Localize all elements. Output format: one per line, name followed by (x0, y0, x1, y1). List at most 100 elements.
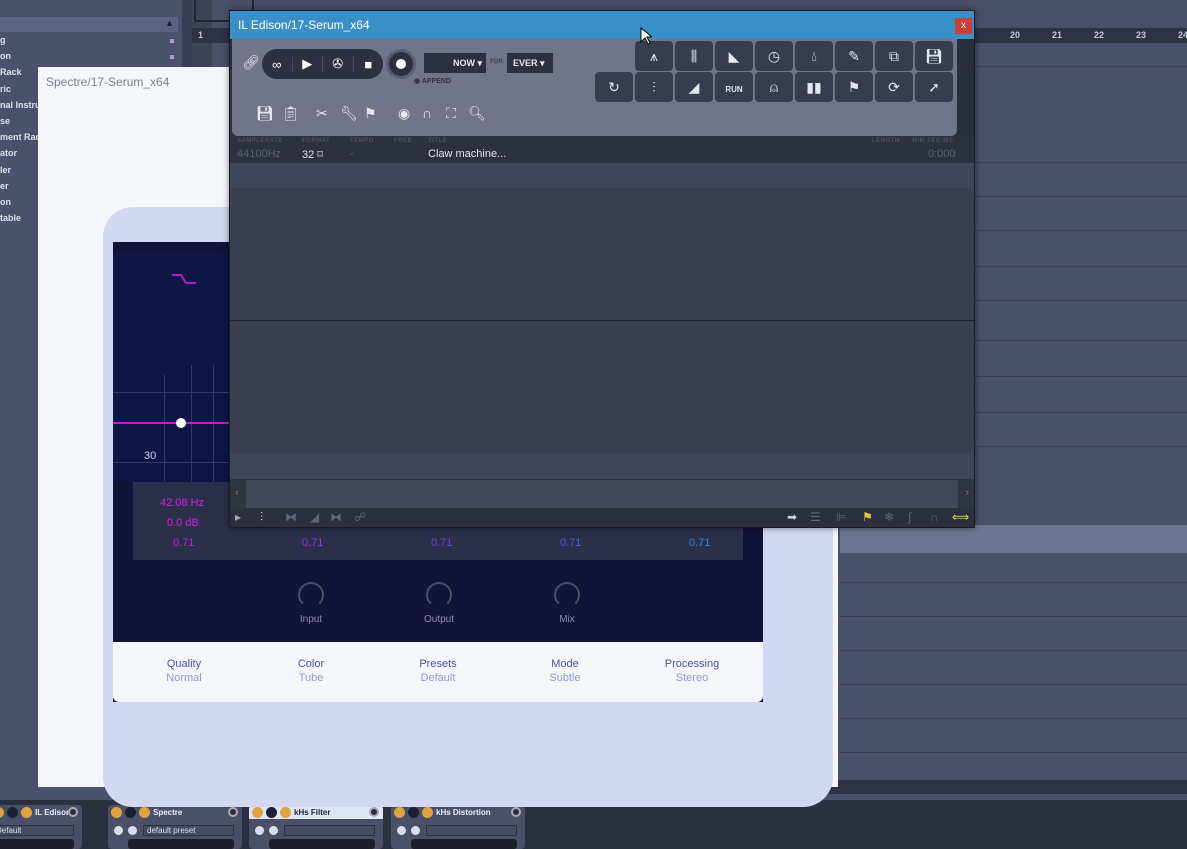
trim-icon[interactable]: ⧓ (285, 510, 297, 524)
scroll-right-icon[interactable]: › (965, 487, 969, 499)
band-q-value[interactable]: 0.71 (560, 537, 581, 549)
record-duration-dropdown[interactable]: EVER ▾ (507, 53, 553, 73)
device-khs-distortion[interactable]: kHs Distortion (391, 805, 525, 849)
link-icon[interactable]: 🔗︎ (242, 54, 260, 71)
option-color[interactable]: Color Tube (261, 658, 361, 684)
band-q-value[interactable]: 0.71 (302, 537, 323, 549)
knob-mix[interactable] (554, 582, 580, 608)
stretch-icon[interactable]: ⟺ (952, 510, 969, 524)
preset-field[interactable]: default preset (143, 825, 234, 836)
record-start-dropdown[interactable]: NOW ▾ (424, 53, 486, 73)
option-presets[interactable]: Presets Default (388, 658, 488, 684)
band-q-value[interactable]: 0.71 (173, 537, 194, 549)
grid-icon[interactable]: ⊫ (836, 510, 846, 524)
arrow-right-icon[interactable]: ➡ (787, 510, 797, 524)
waveform-icon[interactable]: ⫶ (260, 510, 263, 525)
tool-fade-in-button[interactable]: ◢ (675, 72, 713, 102)
tool-run-button[interactable]: RUN (715, 72, 753, 102)
preset-field[interactable] (426, 825, 517, 836)
preset-field[interactable]: Default (0, 825, 74, 836)
snap-icon[interactable]: ∩ (422, 105, 432, 121)
curve-icon[interactable]: ∫ (908, 510, 911, 524)
tool-rocket-button[interactable]: ⍝ (755, 72, 793, 102)
tool-clock-button[interactable]: ◷ (755, 41, 793, 71)
envelope-icon[interactable]: ☍ (354, 510, 366, 524)
device-fold-toggle[interactable] (408, 806, 419, 818)
tool-add-marker-button[interactable]: ⚑ (835, 72, 873, 102)
device-power-toggle[interactable] (252, 806, 263, 818)
browser-header[interactable]: ▲ (0, 17, 178, 32)
tool-normalize-button[interactable]: ⫼ (675, 41, 713, 71)
eq-band-handle[interactable] (176, 418, 186, 428)
browser-item[interactable]: ator (0, 148, 17, 158)
tool-drop-button[interactable]: 💧︎ (795, 41, 833, 71)
device-header[interactable]: Spectre (108, 805, 242, 819)
device-options-icon[interactable] (511, 807, 521, 817)
device-options-icon[interactable] (369, 807, 379, 817)
preset-save-icon[interactable] (128, 826, 137, 835)
browser-item[interactable]: table (0, 213, 21, 223)
preset-save-icon[interactable] (269, 826, 278, 835)
tool-equalizer-button[interactable]: ▮▮ (795, 72, 833, 102)
browser-item[interactable]: ler (0, 165, 11, 175)
option-processing[interactable]: Processing Stereo (642, 658, 742, 684)
browser-item[interactable]: er (0, 181, 9, 191)
stop-button[interactable]: ■ (354, 57, 384, 72)
save-icon[interactable]: 💾︎ (256, 105, 274, 122)
record-button[interactable] (386, 49, 416, 79)
device-settings-icon[interactable] (21, 806, 32, 818)
device-il-edison[interactable]: IL Edison Default (0, 805, 82, 849)
marker-icon[interactable]: ⚑ (364, 105, 377, 122)
tool-save-export-button[interactable]: 💾︎ (915, 41, 953, 71)
scroll-thumb[interactable] (246, 480, 958, 508)
tool-feather-button[interactable]: ✎ (835, 41, 873, 71)
preset-folder-icon[interactable] (255, 826, 264, 835)
paste-icon[interactable]: 📋︎ (282, 105, 300, 122)
option-quality[interactable]: Quality Normal (134, 658, 234, 684)
device-fold-toggle[interactable] (7, 806, 18, 818)
tool-reverse-button[interactable]: ↻ (595, 72, 633, 102)
band-frequency[interactable]: 42.08 Hz (160, 497, 204, 509)
browser-item[interactable]: Rack (0, 67, 22, 77)
device-header[interactable]: kHs Filter (249, 805, 383, 819)
browser-item[interactable]: se (0, 116, 10, 126)
device-settings-icon[interactable] (422, 806, 433, 818)
tool-decay-button[interactable]: ◣ (715, 41, 753, 71)
lowshelf-filter-icon[interactable] (171, 272, 197, 286)
list-icon[interactable]: ☰ (810, 510, 821, 524)
loop-button[interactable]: ∞ (262, 56, 293, 72)
knob-input[interactable] (298, 582, 324, 608)
fade-icon[interactable]: ◢ (310, 510, 319, 524)
tool-amplify-button[interactable]: ⫶ (635, 72, 673, 102)
preset-folder-icon[interactable] (114, 826, 123, 835)
browser-item[interactable]: on (0, 51, 11, 61)
collapse-arrow-icon[interactable]: ▲ (165, 18, 174, 28)
view-icon[interactable]: ◉ (398, 105, 410, 122)
device-options-icon[interactable] (68, 807, 78, 817)
select-all-icon[interactable]: ⛶ (446, 105, 456, 122)
tools-icon[interactable]: 🔧︎ (340, 105, 358, 122)
tool-slice-button[interactable]: ⧉ (875, 41, 913, 71)
band-gain[interactable]: 0.0 dB (167, 517, 199, 529)
append-toggle[interactable]: ◉ APPEND (414, 77, 451, 85)
option-mode[interactable]: Mode Subtle (515, 658, 615, 684)
device-khs-filter[interactable]: kHs Filter (249, 805, 383, 849)
input-button[interactable]: ✇ (323, 56, 354, 72)
browser-item[interactable]: g (0, 35, 6, 45)
device-fold-toggle[interactable] (125, 806, 136, 818)
play-marker-icon[interactable]: ▸ (235, 510, 241, 524)
zoom-icon[interactable]: 🔍︎ (468, 105, 486, 122)
device-settings-icon[interactable] (139, 806, 150, 818)
crossfade-icon[interactable]: ⧓ (330, 510, 342, 524)
tool-select-paste-button[interactable]: ➚ (915, 72, 953, 102)
device-fold-toggle[interactable] (266, 806, 277, 818)
device-settings-icon[interactable] (280, 806, 291, 818)
device-power-toggle[interactable] (111, 806, 122, 818)
knob-output[interactable] (426, 582, 452, 608)
device-header[interactable]: kHs Distortion (391, 805, 525, 819)
flag-icon[interactable]: ⚑ (862, 510, 873, 524)
headphones-icon[interactable]: ∩ (930, 510, 939, 524)
band-q-value[interactable]: 0.71 (689, 537, 710, 549)
device-power-toggle[interactable] (0, 806, 4, 818)
preset-field[interactable] (284, 825, 375, 836)
